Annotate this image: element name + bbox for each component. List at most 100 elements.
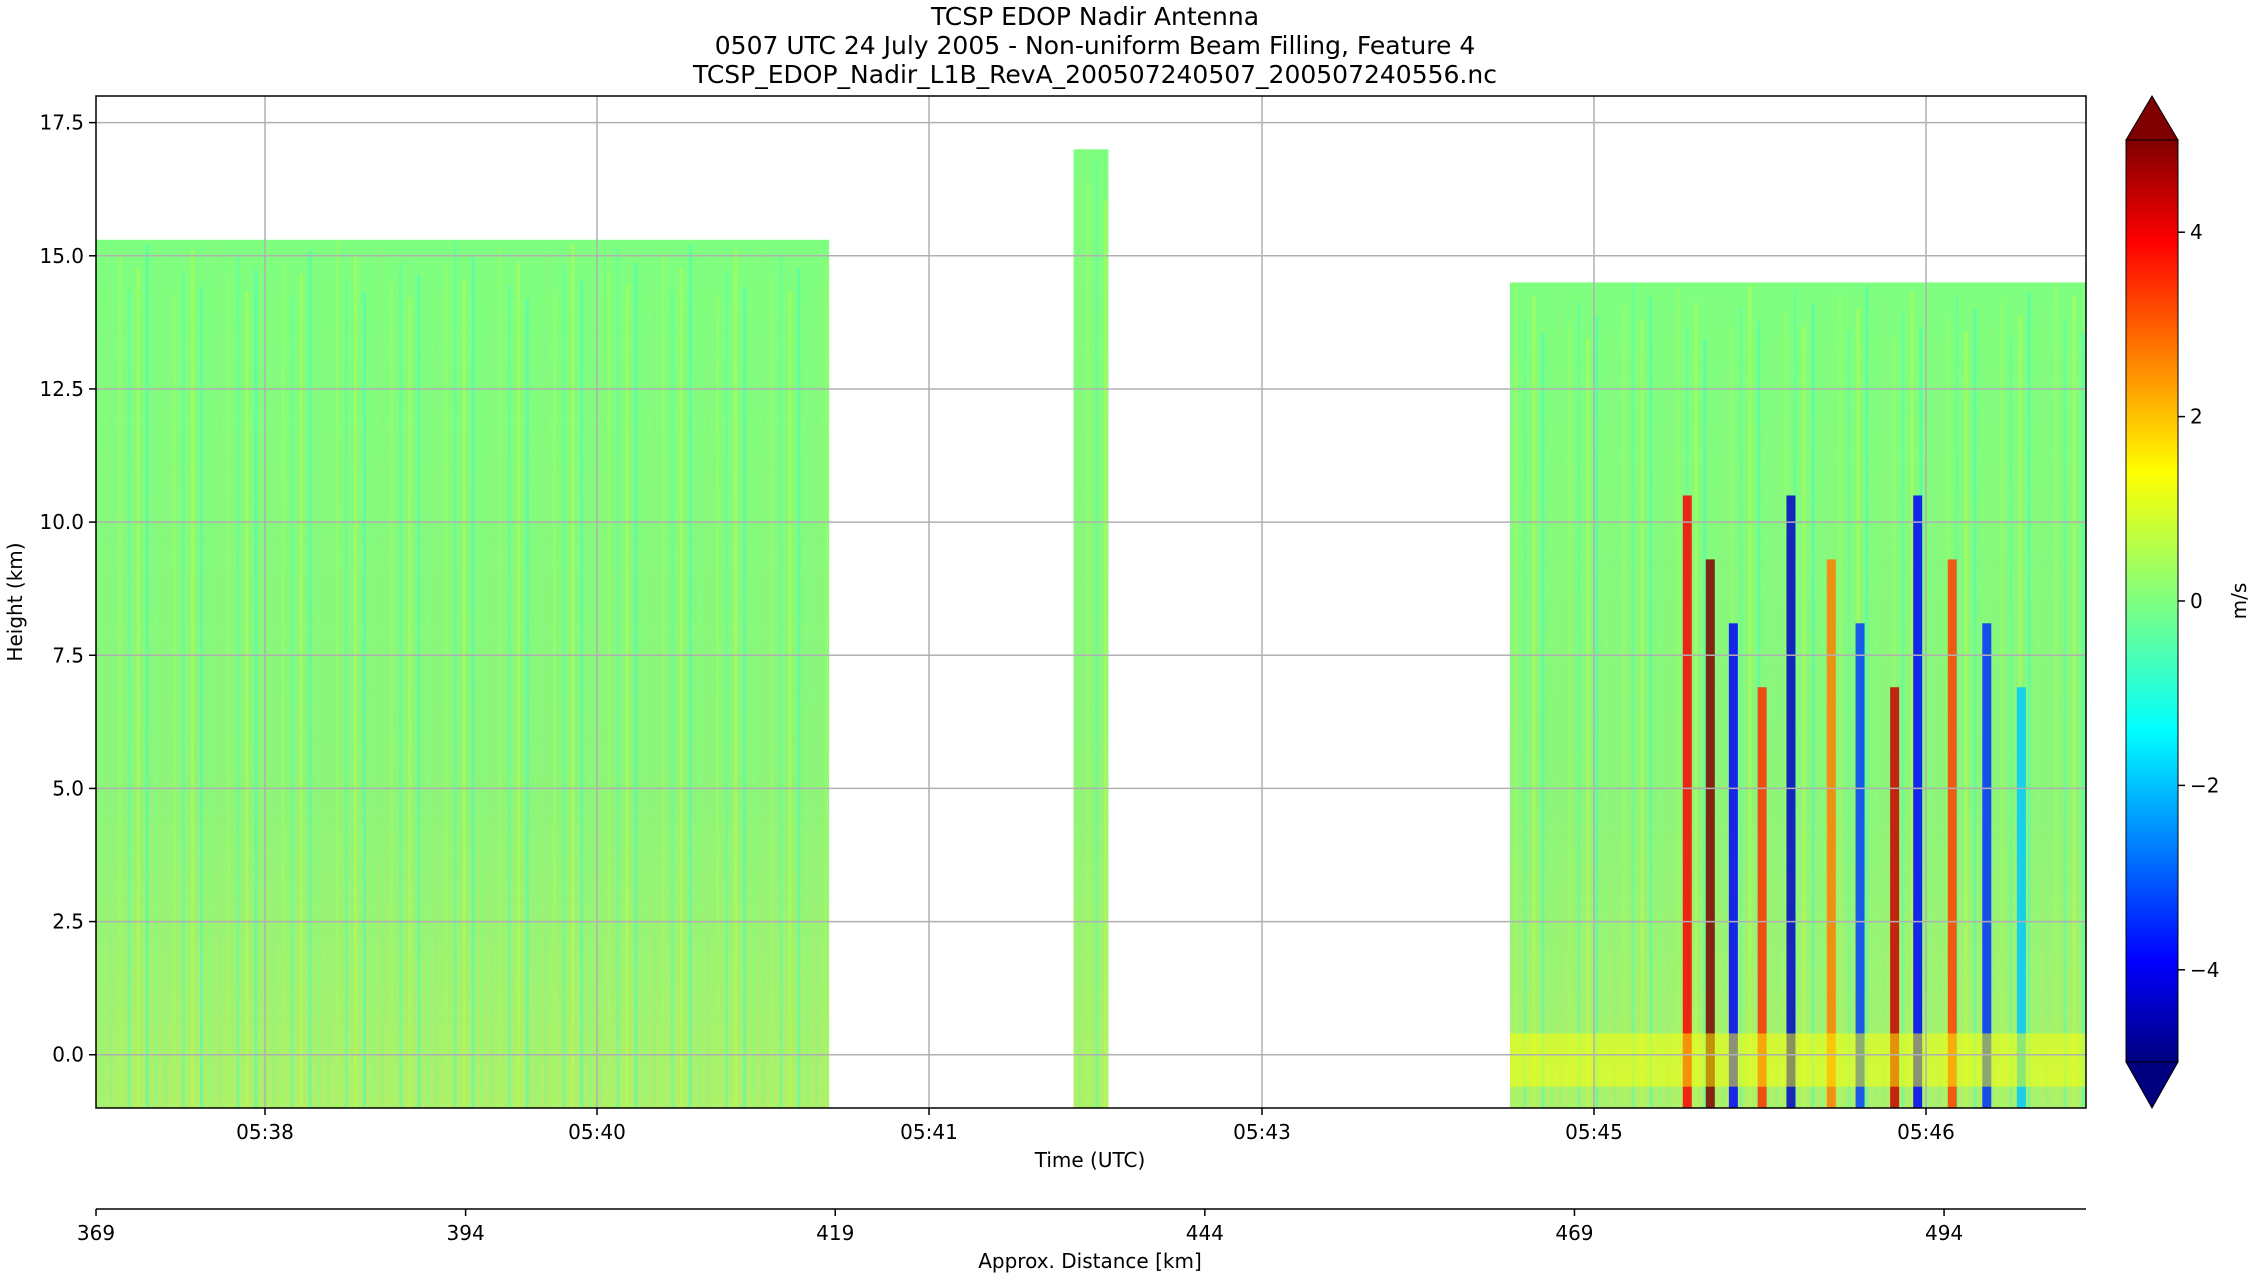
data-streak <box>815 282 819 1108</box>
x-tick-label: 05:40 <box>568 1120 626 1144</box>
data-streak <box>1910 290 1914 1108</box>
data-streak <box>1523 319 1527 1108</box>
data-streak <box>245 291 249 1108</box>
data-streak <box>616 248 620 1108</box>
data-streak <box>1514 282 1518 1108</box>
data-streak <box>544 252 548 1108</box>
data-streak <box>716 295 720 1108</box>
data-streak <box>1865 285 1869 1108</box>
x-axis: 05:38 05:40 05:41 05:43 05:45 05:46 <box>236 1108 1955 1144</box>
data-streak <box>1748 284 1752 1108</box>
data-streak <box>136 267 140 1108</box>
data-streak <box>1838 294 1842 1108</box>
colorbar: −4 −2 0 2 4 m/s <box>2125 95 2250 1110</box>
data-streak <box>209 263 213 1108</box>
data-streak <box>181 272 185 1108</box>
velocity-feature <box>1682 495 1692 1108</box>
data-streak <box>706 258 710 1108</box>
data-streak <box>562 266 566 1108</box>
data-streak <box>1766 298 1770 1108</box>
data-streak <box>743 286 747 1108</box>
data-streak <box>372 269 376 1108</box>
data-streak <box>1775 335 1779 1108</box>
data-streak <box>1901 313 1905 1108</box>
data-streak <box>2063 319 2067 1108</box>
data-streak <box>408 297 412 1108</box>
data-streak <box>1568 324 1572 1108</box>
data-streak <box>100 239 104 1108</box>
x-tick-label: 05:38 <box>236 1120 294 1144</box>
data-streak <box>652 276 656 1108</box>
data-streak <box>191 249 195 1108</box>
data-streak <box>688 244 692 1108</box>
distance-tick-label: 419 <box>816 1221 854 1245</box>
data-segment <box>1509 282 2086 1108</box>
velocity-feature <box>1826 559 1836 1108</box>
data-streak <box>281 259 285 1108</box>
y-tick-label: 0.0 <box>52 1043 84 1067</box>
data-streak <box>109 276 113 1108</box>
colorbar-extend-max <box>2125 95 2179 141</box>
data-streak <box>299 273 303 1108</box>
data-streak <box>163 258 167 1108</box>
data-streak <box>227 277 231 1108</box>
data-streak <box>2009 337 2013 1108</box>
data-streak <box>797 268 801 1108</box>
data-streak <box>697 281 701 1108</box>
data-streak <box>679 267 683 1108</box>
y-tick-label: 15.0 <box>39 244 84 268</box>
data-streak <box>1874 322 1878 1108</box>
data-streak <box>1937 341 1941 1108</box>
data-streak <box>1667 311 1671 1108</box>
data-streak <box>344 278 348 1108</box>
data-streak <box>553 289 557 1108</box>
data-streak <box>236 254 240 1108</box>
data-streak <box>1541 333 1545 1108</box>
data-streak <box>317 287 321 1108</box>
data-streak <box>625 285 629 1108</box>
distance-tick-label: 394 <box>447 1221 485 1245</box>
data-streak <box>1559 287 1563 1108</box>
data-streak <box>1802 326 1806 1108</box>
data-streak <box>607 271 611 1108</box>
data-streak <box>770 277 774 1108</box>
data-streak <box>779 254 783 1108</box>
data-streak <box>1095 163 1099 1108</box>
data-streak <box>1086 186 1090 1108</box>
distance-tick-label: 444 <box>1186 1221 1224 1245</box>
data-streak <box>145 244 149 1108</box>
data-streak <box>589 257 593 1108</box>
data-streak <box>1721 293 1725 1108</box>
velocity-feature <box>1947 559 1957 1108</box>
data-streak <box>462 279 466 1108</box>
data-segment <box>1073 149 1109 1108</box>
data-streak <box>752 263 756 1108</box>
data-streak <box>734 249 738 1108</box>
data-streak <box>2081 333 2085 1108</box>
data-streak <box>1604 292 1608 1108</box>
data-streak <box>381 246 385 1108</box>
y-tick-label: 10.0 <box>39 510 84 534</box>
data-streak <box>1991 323 1995 1108</box>
distance-axis-label: Approx. Distance [km] <box>978 1249 1202 1273</box>
data-streak <box>200 286 204 1108</box>
data-streak <box>598 294 602 1108</box>
data-streak <box>534 275 538 1108</box>
data-streak <box>2000 300 2004 1108</box>
data-streak <box>571 243 575 1108</box>
data-streak <box>806 245 810 1108</box>
data-streak <box>1676 288 1680 1108</box>
y-tick-label: 5.0 <box>52 776 84 800</box>
distance-tick-label: 469 <box>1555 1221 1593 1245</box>
distance-tick-label: 494 <box>1925 1221 1963 1245</box>
data-streak <box>2036 328 2040 1108</box>
data-streak <box>218 240 222 1108</box>
data-streak <box>272 282 276 1108</box>
data-streak <box>761 240 765 1108</box>
data-streak <box>525 298 529 1108</box>
data-streak <box>2045 305 2049 1108</box>
data-streak <box>1883 299 1887 1108</box>
data-streak <box>254 268 258 1108</box>
velocity-feature <box>1786 495 1796 1108</box>
velocity-feature <box>1913 495 1923 1108</box>
